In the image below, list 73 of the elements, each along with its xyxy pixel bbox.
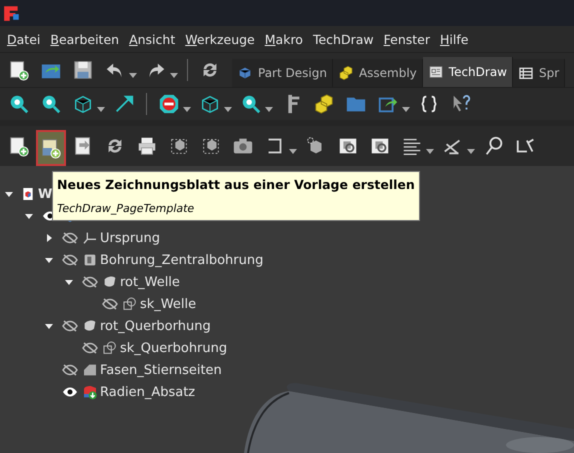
workbench-tab[interactable]: TechDraw: [422, 57, 513, 87]
collapse-arrow-icon[interactable]: [25, 212, 33, 220]
hidden-eye-icon[interactable]: [102, 298, 118, 310]
collapse-arrow-icon[interactable]: [65, 278, 73, 286]
menu-item[interactable]: Makro: [260, 32, 308, 46]
print-icon: [136, 135, 158, 157]
page-template-button[interactable]: [36, 130, 66, 166]
tree-item[interactable]: Bohrung_Zentralbohrung: [100, 252, 264, 268]
workbench-tab[interactable]: Assembly: [332, 59, 423, 87]
page-add-icon: [8, 135, 30, 157]
blocks-icon: [313, 93, 335, 115]
collapse-arrow-icon[interactable]: [5, 190, 13, 198]
caret-icon[interactable]: [426, 148, 434, 154]
menu-item[interactable]: TechDraw: [308, 32, 379, 46]
hidden-eye-icon[interactable]: [82, 276, 98, 288]
collapse-arrow-icon[interactable]: [45, 322, 53, 330]
hidden-eye-icon[interactable]: [62, 254, 78, 266]
tree-item[interactable]: Radien_Absatz: [100, 384, 196, 400]
caret-icon[interactable]: [265, 106, 273, 112]
menu-item[interactable]: Hilfe: [435, 32, 474, 46]
menu-item[interactable]: Fenster: [378, 32, 435, 46]
caret-icon[interactable]: [183, 106, 191, 112]
caret-icon[interactable]: [129, 72, 137, 78]
tooltip-title: Neues Zeichnungsblatt aus einer Vorlage erstellen: [57, 177, 415, 192]
techdraw-icon: [428, 64, 444, 80]
menu-item[interactable]: Werkzeuge: [180, 32, 260, 46]
hidden-eye-icon[interactable]: [62, 320, 78, 332]
caret-icon[interactable]: [224, 106, 232, 112]
app-logo-icon: [3, 4, 21, 22]
caret-icon[interactable]: [402, 106, 410, 112]
new-icon: [8, 59, 30, 81]
workbench-tab[interactable]: Part Design: [232, 59, 333, 87]
hidden-eye-icon[interactable]: [62, 232, 78, 244]
spreadsheet-icon: [518, 65, 534, 81]
caret-icon[interactable]: [289, 148, 297, 154]
sketch-icon: [122, 296, 138, 312]
workbench-tab[interactable]: Spr: [513, 59, 566, 87]
save-icon: [72, 59, 94, 81]
assembly-icon: [338, 65, 354, 81]
menu-item[interactable]: Datei: [2, 32, 46, 46]
balloon-icon: [483, 135, 505, 157]
partdesign-icon: [237, 65, 253, 81]
origin-icon: [82, 230, 98, 246]
tree-item[interactable]: W: [38, 186, 52, 202]
pocket-icon: [82, 252, 98, 268]
chamfer-icon: [82, 362, 98, 378]
tree-item[interactable]: Ursprung: [100, 230, 160, 246]
caret-icon[interactable]: [467, 148, 475, 154]
cube-icon: [72, 93, 94, 115]
caret-icon[interactable]: [97, 106, 105, 112]
tooltip-command: TechDraw_PageTemplate: [57, 202, 196, 215]
tree-item[interactable]: sk_Welle: [140, 296, 196, 312]
caret-icon[interactable]: [170, 72, 178, 78]
hidden-eye-icon[interactable]: [82, 342, 98, 354]
zoom-select-icon: [40, 93, 62, 115]
menu-item[interactable]: Ansicht: [124, 32, 180, 46]
tree-item[interactable]: Fasen_Stiernseiten: [100, 362, 222, 378]
hidden-eye-icon[interactable]: [62, 364, 78, 376]
tree-item[interactable]: sk_Querbohrung: [120, 340, 228, 356]
tree-item[interactable]: rot_Querborhung: [100, 318, 211, 334]
sketch-icon: [102, 340, 118, 356]
eye-icon[interactable]: [62, 386, 78, 398]
collapse-arrow-icon[interactable]: [45, 256, 53, 264]
fillet-icon: [82, 384, 98, 400]
menu-item[interactable]: Bearbeiten: [45, 32, 124, 46]
expand-arrow-icon[interactable]: [45, 234, 53, 242]
box-select-icon: [199, 93, 221, 115]
no-entry-icon: [158, 93, 180, 115]
measure-line-icon: [113, 93, 135, 115]
tree-item[interactable]: rot_Welle: [120, 274, 180, 290]
zoom-refresh-icon: [240, 93, 262, 115]
page-template-icon: [40, 137, 62, 159]
zoom-fit-icon: [8, 93, 30, 115]
